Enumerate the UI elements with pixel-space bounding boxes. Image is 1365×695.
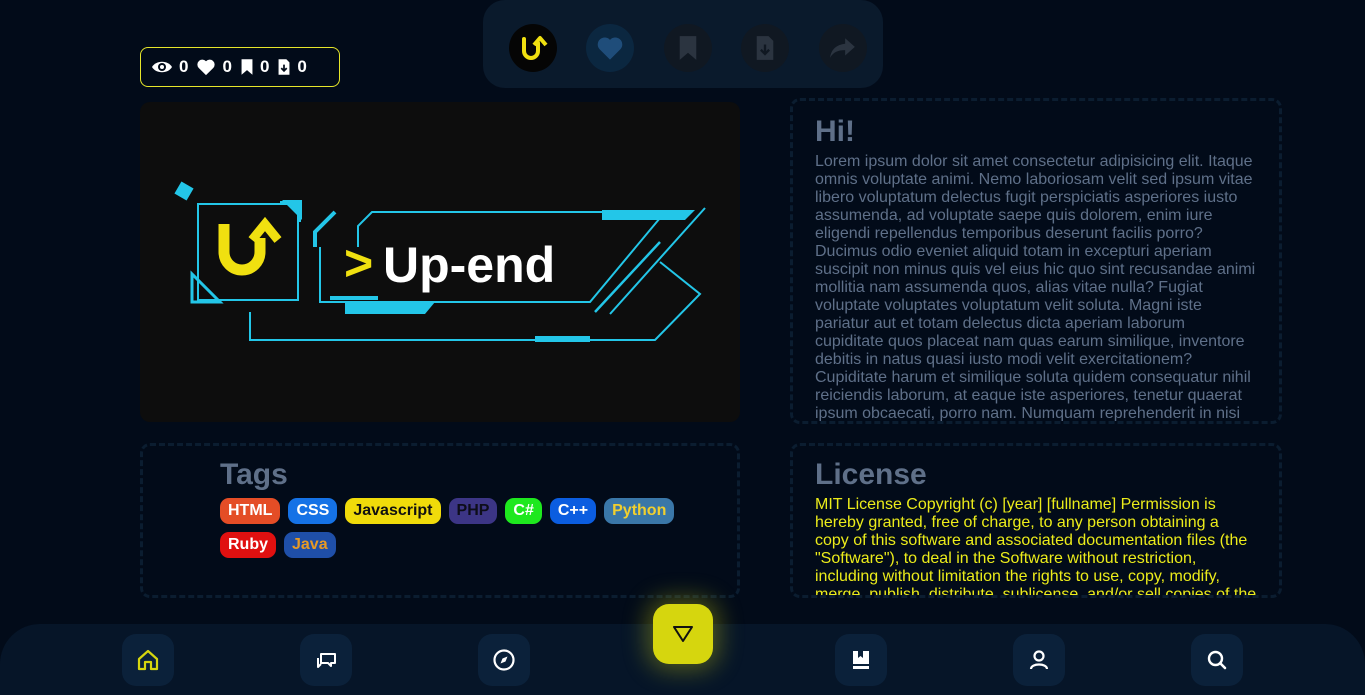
chat-icon xyxy=(317,653,336,668)
tags-title: Tags xyxy=(220,458,288,491)
tag-chip[interactable]: C++ xyxy=(549,498,597,524)
tag-chip[interactable]: HTML xyxy=(220,498,281,524)
tag-list: HTML CSS Javascript PHP C# C++ Python Ruby Java xyxy=(220,498,690,558)
downloads-stat: 0 xyxy=(277,57,307,77)
nav-home-button[interactable] xyxy=(122,634,174,686)
downloads-count: 0 xyxy=(297,57,307,76)
expand-menu-button[interactable] xyxy=(653,604,713,664)
eye-icon xyxy=(152,61,172,73)
license-title: License xyxy=(815,458,927,491)
top-action-bar xyxy=(483,0,883,88)
bookmarks-count: 0 xyxy=(259,57,270,76)
bookmark-icon xyxy=(679,36,697,60)
project-banner: > Up-end xyxy=(140,102,740,422)
intro-card: Hi! Lorem ipsum dolor sit amet consectet… xyxy=(790,98,1282,424)
prompt-glyph: > xyxy=(344,235,373,291)
bookmark-icon xyxy=(241,59,253,75)
tag-chip[interactable]: CSS xyxy=(288,498,338,524)
tag-chip[interactable]: PHP xyxy=(448,498,498,524)
likes-count: 0 xyxy=(222,57,232,76)
nav-chat-button[interactable] xyxy=(300,634,352,686)
nav-profile-button[interactable] xyxy=(1013,634,1065,686)
tag-chip[interactable]: Java xyxy=(284,532,336,558)
stats-bar: 0 0 0 0 xyxy=(140,47,340,87)
likes-stat: 0 xyxy=(196,57,232,77)
user-icon xyxy=(1029,650,1049,670)
nav-explore-button[interactable] xyxy=(478,634,530,686)
bookmark-button[interactable] xyxy=(664,24,712,72)
download-icon xyxy=(756,36,774,60)
license-body: MIT License Copyright (c) [year] [fullna… xyxy=(815,496,1257,598)
views-stat: 0 xyxy=(151,57,188,77)
tag-chip[interactable]: Ruby xyxy=(220,532,276,558)
intro-body: Lorem ipsum dolor sit amet consectetur a… xyxy=(815,153,1256,422)
heart-icon xyxy=(197,59,216,76)
brand-name: Up-end xyxy=(383,237,555,293)
views-count: 0 xyxy=(179,57,189,76)
nav-search-button[interactable] xyxy=(1191,634,1243,686)
nav-library-button[interactable] xyxy=(835,634,887,686)
intro-title: Hi! xyxy=(815,115,855,148)
home-icon xyxy=(137,649,159,671)
search-icon xyxy=(1207,650,1227,670)
download-button[interactable] xyxy=(741,24,789,72)
share-icon xyxy=(830,38,855,58)
tag-chip[interactable]: Javascript xyxy=(345,498,441,524)
compass-icon xyxy=(493,649,515,671)
download-icon xyxy=(278,59,290,75)
license-card: License MIT License Copyright (c) [year]… xyxy=(790,443,1282,598)
bookmarks-stat: 0 xyxy=(240,57,269,77)
book-icon xyxy=(853,651,869,669)
up-logo-icon xyxy=(522,36,548,60)
like-button[interactable] xyxy=(586,24,634,72)
share-button[interactable] xyxy=(819,24,867,72)
heart-icon xyxy=(597,37,623,60)
triangle-down-icon xyxy=(673,626,693,642)
tag-chip[interactable]: Python xyxy=(604,498,675,524)
tags-card: Tags HTML CSS Javascript PHP C# C++ Python Ruby… xyxy=(140,443,740,598)
up-logo-button[interactable] xyxy=(509,24,557,72)
up-end-logo: > Up-end xyxy=(174,181,706,342)
tag-chip[interactable]: C# xyxy=(505,498,542,524)
